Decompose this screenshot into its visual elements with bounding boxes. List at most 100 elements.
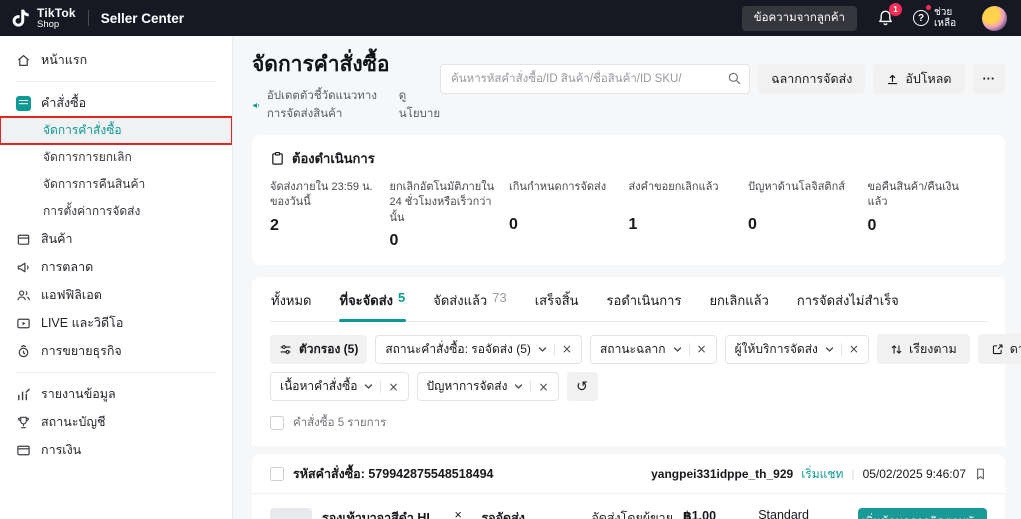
orders-panel: ทั้งหมด ที่จะจัดส่ง 5 จัดส่งแล้ว 73 เสร็จส… [252, 277, 1021, 447]
remove-filter-icon[interactable]: × [849, 342, 859, 356]
reset-filters-button[interactable]: ↺ [566, 372, 598, 402]
remove-filter-icon[interactable]: × [697, 342, 707, 356]
order-id: รหัสคำสั่งซื้อ: 579942875548518494 [293, 467, 494, 482]
topbar-divider [87, 10, 89, 26]
orders-icon [16, 95, 31, 111]
chevron-down-icon [673, 346, 681, 352]
tab-pending[interactable]: รอดำเนินการ [606, 279, 683, 321]
filter-chip-order-status[interactable]: สถานะคำสั่งซื้อ: รอจัดส่ง (5) × [375, 334, 582, 364]
topbar: TikTok Shop Seller Center ข้อความจากลูกค… [0, 0, 1021, 36]
app-name: Seller Center [100, 10, 185, 26]
sort-button[interactable]: เรียงตาม [876, 334, 970, 365]
order-checkbox[interactable] [270, 467, 284, 482]
filter-chip-shipping-issue[interactable]: ปัญหาการจัดส่ง × [416, 372, 559, 402]
home-icon [17, 54, 30, 66]
todo-title: ต้องดำเนินการ [292, 151, 375, 166]
sidebar-item-label: การตลาด [41, 260, 94, 274]
filter-chip-label-status[interactable]: สถานะฉลาก × [589, 334, 717, 364]
sidebar-item-finance[interactable]: การเงิน [0, 436, 232, 464]
sidebar-divider [16, 372, 216, 373]
notification-badge: 1 [889, 3, 902, 16]
ship-method: จัดส่งโดยผู้ขาย [591, 511, 674, 519]
shipping-labels-button[interactable]: ฉลากการจัดส่ง [758, 64, 866, 94]
sidebar-item-manage-cancellations[interactable]: จัดการการยกเลิก [0, 144, 232, 171]
select-all-checkbox[interactable] [270, 416, 284, 431]
chevron-down-icon [538, 346, 547, 352]
people-icon [17, 290, 31, 300]
export-icon [992, 344, 1003, 354]
start-chat-link[interactable]: เริ่มแชท [801, 465, 843, 484]
megaphone-icon [17, 262, 29, 272]
sidebar-item-orders[interactable]: คำสั่งซื้อ [0, 89, 232, 117]
sidebar-item-label: การเงิน [41, 443, 82, 457]
upload-button[interactable]: อัปโหลด [873, 64, 965, 94]
stat-return-refund[interactable]: ขอคืนสินค้า/คืนเงินแล้ว 0 [868, 180, 988, 250]
help-alert-dot [926, 4, 931, 10]
tab-delivery-failed[interactable]: การจัดส่งไม่สำเร็จ [796, 279, 900, 321]
stat-overdue[interactable]: เกินกำหนดการจัดส่ง 0 [509, 180, 629, 250]
sidebar-item-growth[interactable]: การขยายธุรกิจ [0, 337, 232, 365]
main-content: จัดการคำสั่งซื้อ อัปเดตตัวชี้วัดแนวทางกา… [233, 36, 1021, 519]
filter-chip-shipping-provider[interactable]: ผู้ให้บริการจัดส่ง × [724, 334, 869, 364]
tab-all[interactable]: ทั้งหมด [270, 279, 313, 321]
customer-messages-button[interactable]: ข้อความจากลูกค้า [741, 5, 857, 31]
order-status: รอจัดส่ง [481, 511, 525, 519]
remove-filter-icon[interactable]: × [538, 380, 548, 394]
bookmark-icon[interactable] [974, 467, 987, 481]
product-qty: × 1 [454, 508, 462, 519]
sidebar-item-affiliate[interactable]: แอฟฟิลิเอต [0, 281, 232, 309]
search-input[interactable] [440, 64, 751, 94]
announcement-text: อัปเดตตัวชี้วัดแนวทางการจัดส่งสินค้า [266, 90, 377, 120]
sidebar-divider [16, 81, 216, 82]
sidebar-item-label: หน้าแรก [41, 53, 88, 67]
clipboard-icon [272, 151, 283, 165]
buyer-username[interactable]: yangpei331idppe_th_929 [651, 467, 793, 481]
sidebar-item-label: รายงานข้อมูล [41, 387, 116, 401]
sidebar-item-label: แอฟฟิลิเอต [41, 288, 102, 302]
tab-shipped[interactable]: จัดส่งแล้ว 73 [432, 279, 507, 321]
order-datetime: 05/02/2025 9:46:07 [862, 467, 966, 482]
sidebar-item-home[interactable]: หน้าแรก [0, 46, 232, 74]
help-button[interactable]: ? ช่วยเหลือ [913, 4, 964, 30]
stat-cancel-requests[interactable]: ส่งคำขอยกเลิกแล้ว 1 [629, 180, 749, 250]
sort-icon [891, 344, 902, 354]
avatar[interactable] [982, 5, 1007, 31]
filter-chip-order-content[interactable]: เนื้อหาคำสั่งซื้อ × [270, 372, 409, 402]
header-more-button[interactable]: ··· [972, 64, 1005, 94]
remove-filter-icon[interactable]: × [388, 380, 398, 394]
sidebar-item-label: LIVE และวิดีโอ [41, 316, 124, 330]
stat-ship-today[interactable]: จัดส่งภายใน 23:59 น. ของวันนี้ 2 [270, 180, 390, 250]
product-name[interactable]: รองเท้าบาจาสีดำ HI SIMON... [322, 508, 441, 519]
products-icon [17, 234, 30, 245]
notifications-button[interactable]: 1 [875, 3, 902, 28]
upload-icon [888, 74, 898, 84]
tiktok-shop-logo[interactable]: TikTok Shop [12, 7, 76, 30]
sidebar-item-live-video[interactable]: LIVE และวิดีโอ [0, 309, 232, 337]
sidebar-item-manage-returns[interactable]: จัดการการคืนสินค้า [0, 171, 232, 198]
sidebar-item-account-health[interactable]: สถานะบัญชี [0, 408, 232, 436]
sidebar-item-marketing[interactable]: การตลาด [0, 253, 232, 281]
filter-button[interactable]: ตัวกรอง (5) [270, 334, 368, 364]
sidebar-item-label: คำสั่งซื้อ [41, 96, 87, 110]
tab-completed[interactable]: เสร็จสิ้น [534, 279, 580, 321]
question-icon: ? [913, 10, 929, 26]
remove-filter-icon[interactable]: × [562, 342, 572, 356]
sidebar-item-products[interactable]: สินค้า [0, 225, 232, 253]
chevron-down-icon [825, 346, 834, 352]
product-image[interactable] [270, 508, 312, 519]
wallet-icon [17, 445, 30, 455]
sidebar-item-manage-orders[interactable]: จัดการคำสั่งซื้อ [0, 116, 232, 145]
download-button[interactable]: ดาวน์โหลด [977, 334, 1021, 365]
order-price: ฿1.00 [683, 509, 717, 519]
tab-to-ship[interactable]: ที่จะจัดส่ง 5 [338, 279, 407, 323]
tab-cancelled[interactable]: ยกเลิกแล้ว [708, 279, 769, 321]
trophy-icon [18, 416, 29, 428]
stat-logistics-issues[interactable]: ปัญหาด้านโลจิสติกส์ 0 [748, 180, 868, 250]
stat-auto-cancel[interactable]: ยกเลิกอัตโนมัติภายใน 24 ชั่วโมงหรือเร็วก… [390, 180, 510, 250]
shipping-option: Standard Shipping [758, 508, 809, 519]
sidebar-item-data-reports[interactable]: รายงานข้อมูล [0, 380, 232, 408]
add-tracking-button[interactable]: เพิ่มข้อมูลการติดตามพั... [857, 508, 988, 519]
sidebar-item-shipping-settings[interactable]: การตั้งค่าการจัดส่ง [0, 198, 232, 225]
policy-link[interactable]: ดูนโยบาย [399, 87, 440, 123]
page-title: จัดการคำสั่งซื้อ [252, 53, 390, 76]
